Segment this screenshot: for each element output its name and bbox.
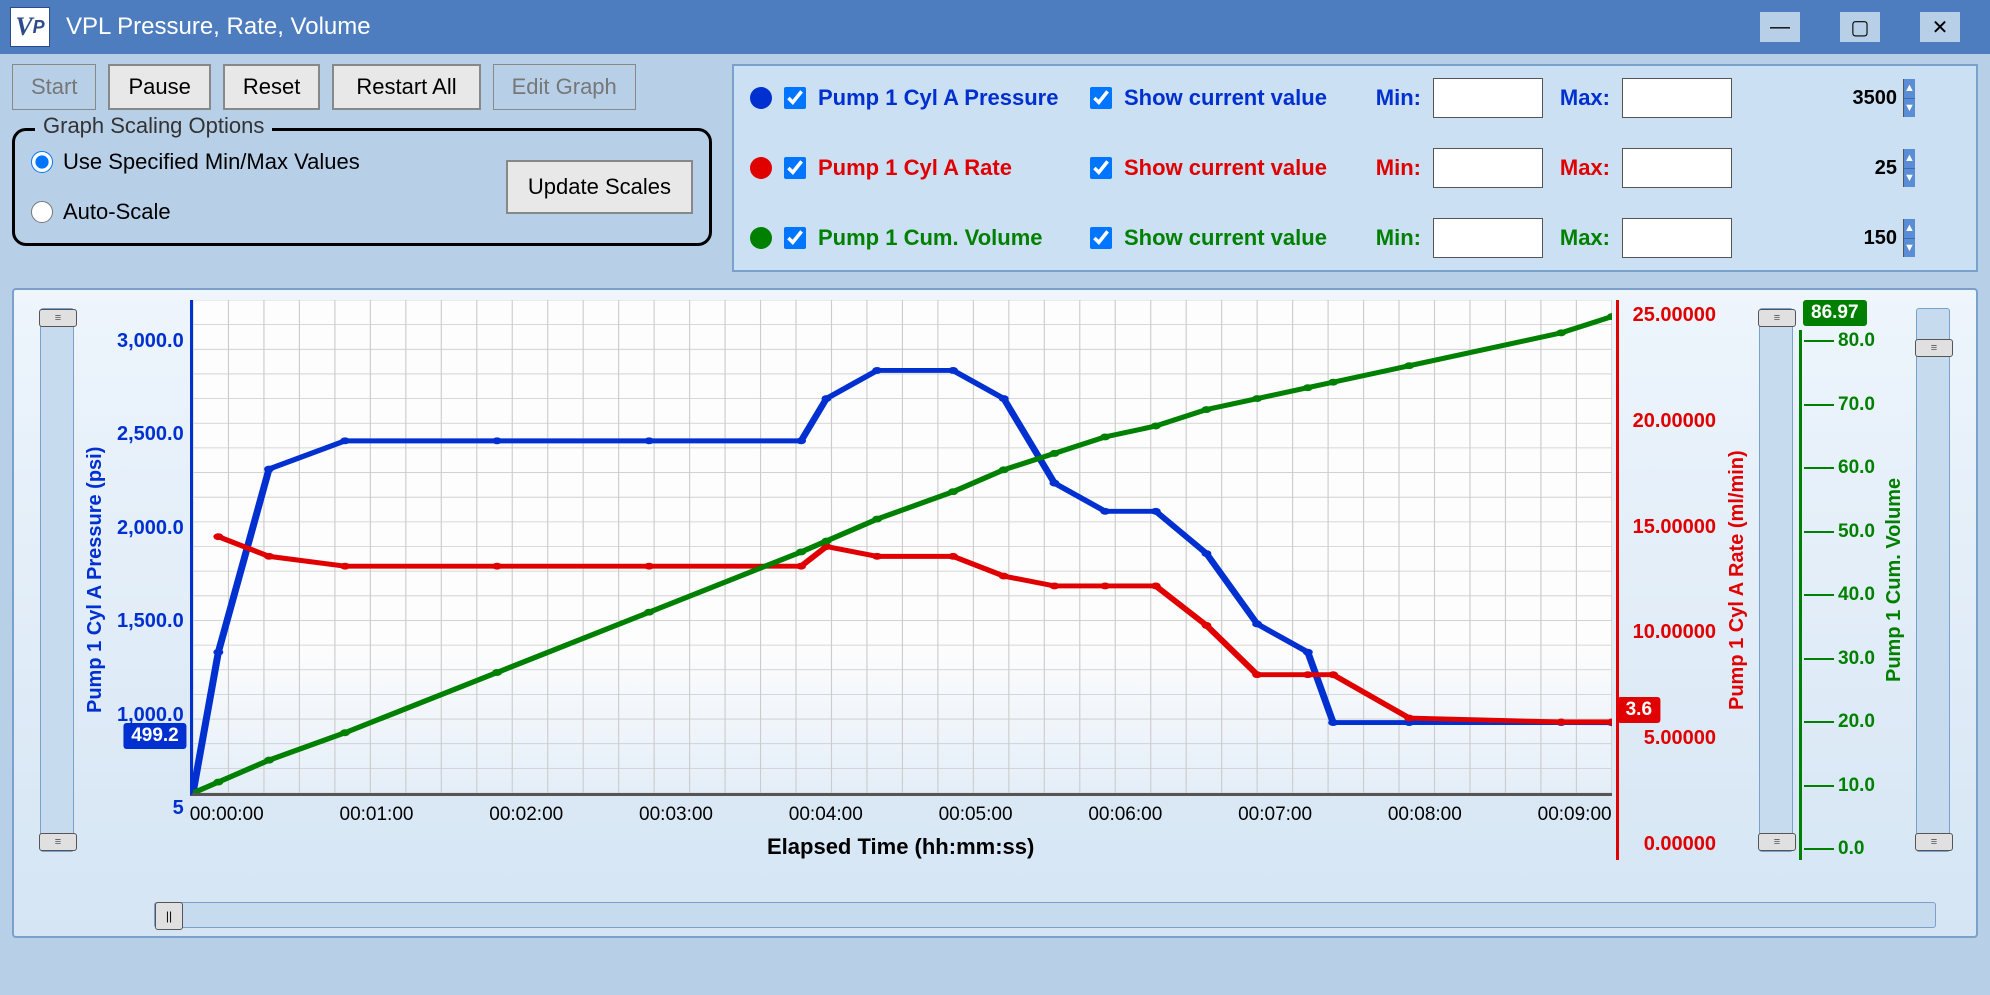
max-field-rate[interactable] xyxy=(1623,157,1903,180)
graph-scaling-groupbox: Graph Scaling Options Use Specified Min/… xyxy=(12,128,712,246)
slider-thumb-icon[interactable]: ≡ xyxy=(39,833,77,851)
x-axis-label: Elapsed Time (hh:mm:ss) xyxy=(190,834,1612,860)
y-axis-ticks-pressure: 3,000.02,500.02,000.01,500.01,000.05 xyxy=(111,300,190,860)
current-value-badge-volume: 86.97 xyxy=(1803,300,1867,326)
series-dot-rate xyxy=(750,157,772,179)
max-label-volume: Max: xyxy=(1555,225,1610,251)
radio-use-specified-label: Use Specified Min/Max Values xyxy=(63,149,360,175)
max-field-pressure[interactable] xyxy=(1623,87,1903,110)
series-enable-volume[interactable] xyxy=(784,227,806,249)
slider-thumb-icon[interactable]: ≡ xyxy=(1915,339,1953,357)
radio-auto-scale-input[interactable] xyxy=(31,201,53,223)
series-enable-rate[interactable] xyxy=(784,157,806,179)
max-label-pressure: Max: xyxy=(1555,85,1610,111)
chart-container: ≡ ≡ Pump 1 Cyl A Pressure (psi) 3,000.02… xyxy=(12,288,1978,938)
edit-graph-button[interactable]: Edit Graph xyxy=(493,64,636,110)
series-dot-volume xyxy=(750,227,772,249)
horizontal-scrollbar[interactable]: || xyxy=(154,902,1936,928)
current-value-badge-pressure: 499.2 xyxy=(123,723,187,749)
min-label-pressure: Min: xyxy=(1366,85,1421,111)
titlebar: VP VPL Pressure, Rate, Volume — ▢ ✕ xyxy=(0,0,1990,54)
series-row-rate: Pump 1 Cyl A Rate Show current value Min… xyxy=(750,148,1960,188)
right-vertical-slider[interactable]: ≡ ≡ xyxy=(1916,308,1950,852)
series-enable-pressure[interactable] xyxy=(784,87,806,109)
min-input-pressure[interactable]: ▲▼ xyxy=(1433,78,1543,118)
app-logo: VP xyxy=(10,7,50,47)
top-panel: Start Pause Reset Restart All Edit Graph… xyxy=(0,54,1990,280)
show-current-label-rate: Show current value xyxy=(1124,155,1354,181)
spinner-icon[interactable]: ▲▼ xyxy=(1903,79,1915,117)
radio-auto-scale-label: Auto-Scale xyxy=(63,199,171,225)
toolbar: Start Pause Reset Restart All Edit Graph xyxy=(12,64,712,110)
y-axis-label-pressure: Pump 1 Cyl A Pressure (psi) xyxy=(80,300,111,860)
current-value-badge-rate: 3.6 xyxy=(1618,697,1660,723)
max-field-volume[interactable] xyxy=(1623,227,1903,250)
plot-svg xyxy=(193,300,1612,793)
radio-use-specified[interactable]: Use Specified Min/Max Values xyxy=(31,149,360,175)
max-label-rate: Max: xyxy=(1555,155,1610,181)
middle-vertical-slider[interactable]: ≡ ≡ xyxy=(1759,308,1793,852)
show-current-label-volume: Show current value xyxy=(1124,225,1354,251)
x-axis-ticks: 00:00:0000:01:0000:02:0000:03:0000:04:00… xyxy=(190,796,1612,826)
min-input-volume[interactable]: ▲▼ xyxy=(1433,218,1543,258)
series-name-pressure: Pump 1 Cyl A Pressure xyxy=(818,85,1078,111)
series-name-rate: Pump 1 Cyl A Rate xyxy=(818,155,1078,181)
radio-use-specified-input[interactable] xyxy=(31,151,53,173)
window-minimize-icon[interactable]: — xyxy=(1760,12,1800,42)
slider-thumb-icon[interactable]: ≡ xyxy=(1915,833,1953,851)
spinner-icon[interactable]: ▲▼ xyxy=(1903,219,1915,257)
spinner-icon[interactable]: ▲▼ xyxy=(1903,149,1915,187)
show-current-label-pressure: Show current value xyxy=(1124,85,1354,111)
pause-button[interactable]: Pause xyxy=(108,64,210,110)
graph-scaling-title: Graph Scaling Options xyxy=(35,113,272,139)
series-row-pressure: Pump 1 Cyl A Pressure Show current value… xyxy=(750,78,1960,118)
min-label-volume: Min: xyxy=(1366,225,1421,251)
radio-auto-scale[interactable]: Auto-Scale xyxy=(31,199,360,225)
max-input-volume[interactable]: ▲▼ xyxy=(1622,218,1732,258)
y-axis-ticks-volume: 80.070.060.050.040.030.020.010.00.0 xyxy=(1802,330,1879,860)
update-scales-button[interactable]: Update Scales xyxy=(506,160,693,214)
plot-area[interactable]: 499.2 3.6 xyxy=(190,300,1612,796)
y-axis-label-volume: Pump 1 Cum. Volume xyxy=(1879,300,1910,860)
scrollbar-thumb-icon[interactable]: || xyxy=(155,902,183,930)
show-current-volume[interactable] xyxy=(1090,227,1112,249)
window-title: VPL Pressure, Rate, Volume xyxy=(66,13,371,41)
series-name-volume: Pump 1 Cum. Volume xyxy=(818,225,1078,251)
series-row-volume: Pump 1 Cum. Volume Show current value Mi… xyxy=(750,218,1960,258)
min-label-rate: Min: xyxy=(1366,155,1421,181)
slider-thumb-icon[interactable]: ≡ xyxy=(1758,309,1796,327)
slider-thumb-icon[interactable]: ≡ xyxy=(39,309,77,327)
start-button[interactable]: Start xyxy=(12,64,96,110)
reset-button[interactable]: Reset xyxy=(223,64,320,110)
slider-thumb-icon[interactable]: ≡ xyxy=(1758,833,1796,851)
y-axis-label-rate: Pump 1 Cyl A Rate (ml/min) xyxy=(1722,300,1753,860)
y-axis-ticks-rate: 25.0000020.0000015.0000010.000005.000000… xyxy=(1616,300,1722,860)
min-input-rate[interactable]: ▲▼ xyxy=(1433,148,1543,188)
series-config-panel: Pump 1 Cyl A Pressure Show current value… xyxy=(732,64,1978,272)
window-maximize-icon[interactable]: ▢ xyxy=(1840,12,1880,42)
max-input-rate[interactable]: ▲▼ xyxy=(1622,148,1732,188)
window-close-icon[interactable]: ✕ xyxy=(1920,12,1960,42)
show-current-pressure[interactable] xyxy=(1090,87,1112,109)
left-vertical-slider[interactable]: ≡ ≡ xyxy=(40,308,74,852)
series-dot-pressure xyxy=(750,87,772,109)
restart-all-button[interactable]: Restart All xyxy=(332,64,480,110)
max-input-pressure[interactable]: ▲▼ xyxy=(1622,78,1732,118)
show-current-rate[interactable] xyxy=(1090,157,1112,179)
